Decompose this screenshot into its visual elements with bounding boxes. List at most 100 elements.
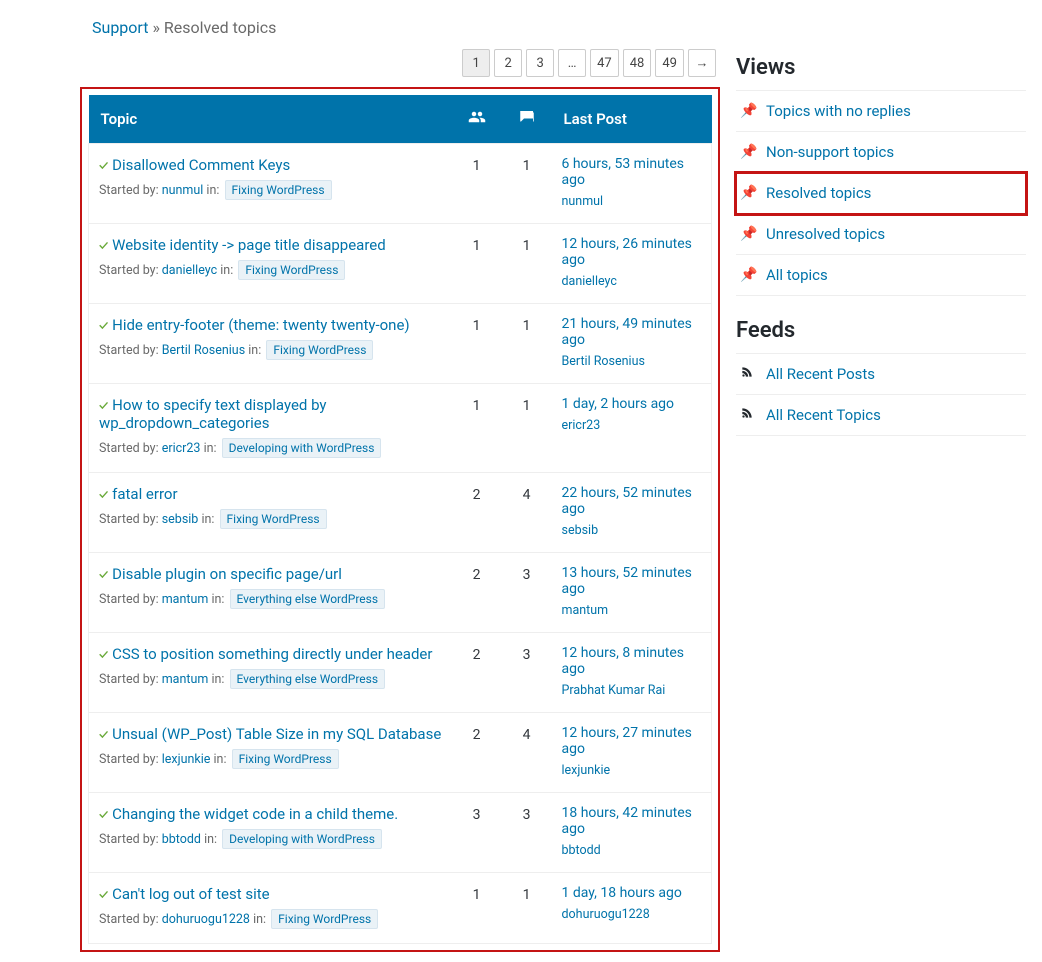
last-poster-link[interactable]: nunmul [562, 194, 604, 209]
last-poster-link[interactable]: dohuruogu1228 [562, 907, 650, 922]
topic-meta: Started by: sebsib in: Fixing WordPress [99, 509, 442, 529]
views-link[interactable]: Non-support topics [766, 143, 894, 161]
pin-icon: 📌 [740, 144, 758, 160]
last-post-time-link[interactable]: 21 hours, 49 minutes ago [562, 316, 702, 348]
topic-title-link[interactable]: Unsual (WP_Post) Table Size in my SQL Da… [112, 725, 441, 743]
topic-starter-link[interactable]: danielleyc [162, 263, 217, 278]
topic-starter-link[interactable]: dohuruogu1228 [162, 912, 250, 927]
forum-tag-link[interactable]: Fixing WordPress [271, 909, 378, 929]
page-→[interactable]: → [688, 49, 716, 77]
views-link[interactable]: All topics [766, 266, 828, 284]
table-row: ✓Disallowed Comment KeysStarted by: nunm… [89, 144, 712, 224]
forum-tag-link[interactable]: Fixing WordPress [220, 509, 327, 529]
voices-count: 2 [452, 553, 502, 633]
topic-starter-link[interactable]: mantum [162, 592, 209, 607]
last-post-time-link[interactable]: 18 hours, 42 minutes ago [562, 805, 702, 837]
views-item: 📌Unresolved topics [736, 214, 1026, 255]
topic-meta: Started by: mantum in: Everything else W… [99, 669, 442, 689]
topic-title-link[interactable]: Hide entry-footer (theme: twenty twenty-… [112, 316, 410, 334]
last-post-time-link[interactable]: 1 day, 18 hours ago [562, 885, 702, 901]
page-1[interactable]: 1 [462, 49, 490, 77]
topic-starter-link[interactable]: mantum [162, 672, 209, 687]
in-label: in: [211, 592, 227, 607]
forum-tag-link[interactable]: Fixing WordPress [238, 260, 345, 280]
last-post-time-link[interactable]: 12 hours, 26 minutes ago [562, 236, 702, 268]
views-item: 📌All topics [736, 255, 1026, 296]
last-post-time-link[interactable]: 12 hours, 8 minutes ago [562, 645, 702, 677]
topic-title-link[interactable]: How to specify text displayed by wp_drop… [99, 396, 327, 432]
started-by-label: Started by: [99, 512, 162, 527]
topic-title-link[interactable]: Changing the widget code in a child them… [112, 805, 398, 823]
page-48[interactable]: 48 [623, 49, 652, 77]
forum-tag-link[interactable]: Fixing WordPress [232, 749, 339, 769]
topic-starter-link[interactable]: sebsib [162, 512, 199, 527]
last-poster-link[interactable]: mantum [562, 603, 609, 618]
table-row: ✓How to specify text displayed by wp_dro… [89, 384, 712, 473]
feeds-link[interactable]: All Recent Posts [766, 365, 875, 383]
last-post-time-link[interactable]: 13 hours, 52 minutes ago [562, 565, 702, 597]
replies-count: 1 [502, 224, 552, 304]
page-2[interactable]: 2 [494, 49, 522, 77]
breadcrumb-support-link[interactable]: Support [92, 18, 148, 37]
replies-icon [518, 112, 536, 130]
views-link[interactable]: Unresolved topics [766, 225, 885, 243]
in-label: in: [206, 183, 222, 198]
last-post-time-link[interactable]: 12 hours, 27 minutes ago [562, 725, 702, 757]
table-row: ✓Changing the widget code in a child the… [89, 793, 712, 873]
in-label: in: [220, 263, 236, 278]
last-poster-link[interactable]: bbtodd [562, 843, 601, 858]
in-label: in: [204, 832, 220, 847]
started-by-label: Started by: [99, 672, 162, 687]
topic-title-link[interactable]: fatal error [112, 485, 177, 503]
table-row: ✓Disable plugin on specific page/urlStar… [89, 553, 712, 633]
table-row: ✓fatal errorStarted by: sebsib in: Fixin… [89, 473, 712, 553]
in-label: in: [211, 672, 227, 687]
forum-tag-link[interactable]: Developing with WordPress [222, 438, 382, 458]
feeds-link[interactable]: All Recent Topics [766, 406, 881, 424]
forum-tag-link[interactable]: Developing with WordPress [222, 829, 382, 849]
topic-starter-link[interactable]: nunmul [162, 183, 204, 198]
views-link[interactable]: Resolved topics [766, 184, 871, 202]
topic-starter-link[interactable]: lexjunkie [162, 752, 211, 767]
forum-tag-link[interactable]: Everything else WordPress [230, 669, 386, 689]
page-…[interactable]: … [558, 49, 586, 77]
topic-title-link[interactable]: CSS to position something directly under… [112, 645, 432, 663]
last-poster-link[interactable]: sebsib [562, 523, 599, 538]
forum-tag-link[interactable]: Everything else WordPress [230, 589, 386, 609]
views-link[interactable]: Topics with no replies [766, 102, 911, 120]
last-post-time-link[interactable]: 22 hours, 52 minutes ago [562, 485, 702, 517]
voices-count: 2 [452, 473, 502, 553]
voices-count: 2 [452, 713, 502, 793]
last-post-time-link[interactable]: 1 day, 2 hours ago [562, 396, 702, 412]
last-poster-link[interactable]: Bertil Rosenius [562, 354, 645, 369]
resolved-check-icon: ✓ [99, 568, 108, 583]
voices-count: 1 [452, 224, 502, 304]
topic-starter-link[interactable]: Bertil Rosenius [162, 343, 245, 358]
replies-count: 1 [502, 873, 552, 944]
started-by-label: Started by: [99, 752, 162, 767]
col-lastpost: Last Post [552, 95, 712, 144]
forum-tag-link[interactable]: Fixing WordPress [266, 340, 373, 360]
rss-icon [740, 365, 758, 383]
last-poster-link[interactable]: Prabhat Kumar Rai [562, 683, 666, 698]
topic-starter-link[interactable]: bbtodd [162, 832, 201, 847]
last-poster-link[interactable]: danielleyc [562, 274, 617, 289]
voices-count: 2 [452, 633, 502, 713]
topic-title-link[interactable]: Can't log out of test site [112, 885, 269, 903]
page-3[interactable]: 3 [526, 49, 554, 77]
topic-title-link[interactable]: Disallowed Comment Keys [112, 156, 290, 174]
replies-count: 1 [502, 144, 552, 224]
last-poster-link[interactable]: lexjunkie [562, 763, 611, 778]
page-49[interactable]: 49 [655, 49, 684, 77]
pin-icon: 📌 [740, 103, 758, 119]
page-47[interactable]: 47 [590, 49, 619, 77]
col-topic: Topic [89, 95, 452, 144]
views-item: 📌Resolved topics [736, 173, 1026, 214]
topic-starter-link[interactable]: ericr23 [162, 441, 201, 456]
last-poster-link[interactable]: ericr23 [562, 418, 601, 433]
last-post-time-link[interactable]: 6 hours, 53 minutes ago [562, 156, 702, 188]
forum-tag-link[interactable]: Fixing WordPress [225, 180, 332, 200]
topic-title-link[interactable]: Website identity -> page title disappear… [112, 236, 386, 254]
topic-title-link[interactable]: Disable plugin on specific page/url [112, 565, 342, 583]
voices-count: 1 [452, 144, 502, 224]
